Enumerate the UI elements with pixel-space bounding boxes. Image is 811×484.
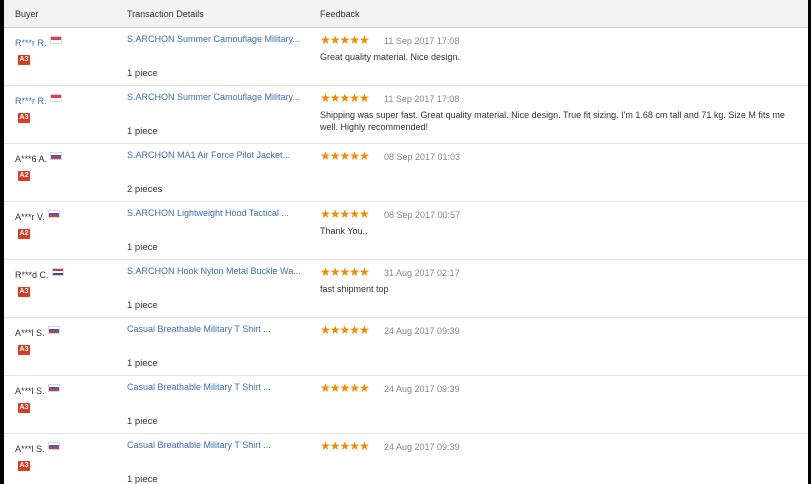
feedback-date: 24 Aug 2017 09:39	[384, 442, 460, 452]
product-link[interactable]: Casual Breathable Military T Shirt ...	[127, 382, 271, 392]
buyer-name[interactable]: R***r R.	[15, 38, 47, 48]
rating-stars-icon: ★★★★★	[320, 265, 370, 279]
rating-stars-icon: ★★★★★	[320, 91, 370, 105]
product-link[interactable]: Casual Breathable Military T Shirt ...	[127, 440, 271, 450]
table-row: A***r V. A2 S.ARCHON Lightweight Hood Tact…	[4, 202, 808, 260]
quantity: 2 pieces	[127, 184, 163, 195]
product-link[interactable]: S.ARCHON Lightweight Hood Tactical ...	[127, 208, 289, 218]
table-row: A***l S. A3 Casual Breathable Military T S…	[4, 434, 808, 484]
buyer-name: A***l S.	[15, 444, 45, 454]
buyer-level-badge: A3	[18, 345, 30, 355]
rating-stars-icon: ★★★★★	[320, 323, 370, 337]
feedback-date: 08 Sep 2017 01:03	[384, 152, 461, 162]
feedback-date: 31 Aug 2017 02:17	[384, 268, 460, 278]
feedback-date: 08 Sep 2017 00:57	[384, 210, 461, 220]
buyer-name: A***r V.	[15, 212, 45, 222]
quantity: 1 piece	[127, 300, 158, 311]
country-flag-icon	[47, 326, 60, 334]
table-row: A***6 A. A2 S.ARCHON MA1 Air Force Pilot J…	[4, 144, 808, 202]
country-flag-icon	[47, 210, 60, 218]
country-flag-icon	[50, 152, 63, 160]
buyer-cell: A***6 A.	[15, 152, 63, 164]
buyer-level-badge: A3	[18, 113, 30, 123]
quantity: 1 piece	[127, 474, 158, 484]
country-flag-icon	[49, 36, 62, 44]
quantity: 1 piece	[127, 242, 158, 253]
product-link[interactable]: Casual Breathable Military T Shirt ...	[127, 324, 271, 334]
buyer-cell: R***r R.	[15, 94, 62, 106]
rating-stars-icon: ★★★★★	[320, 207, 370, 221]
buyer-name: A***l S.	[15, 328, 45, 338]
table-row: R***d C. A3 S.ARCHON Hook Nylon Metal Buck…	[4, 260, 808, 318]
buyer-column-header: Buyer	[15, 9, 39, 19]
buyer-level-badge: A3	[18, 403, 30, 413]
feedback-table: Buyer Transaction Details Feedback R***r…	[4, 0, 808, 484]
feedback-date: 24 Aug 2017 09:39	[384, 326, 460, 336]
product-link[interactable]: S.ARCHON Summer Camouflage Military...	[127, 92, 300, 102]
country-flag-icon	[47, 442, 60, 450]
buyer-cell: A***l S.	[15, 384, 60, 396]
transaction-column-header: Transaction Details	[127, 9, 204, 19]
country-flag-icon	[47, 384, 60, 392]
buyer-name: A***l S.	[15, 386, 45, 396]
buyer-level-badge: A3	[18, 55, 30, 65]
buyer-level-badge: A2	[18, 171, 30, 181]
feedback-text: Great quality material. Nice design.	[320, 52, 461, 62]
feedback-text: Thank You..	[320, 226, 368, 236]
buyer-cell: A***r V.	[15, 210, 60, 222]
rating-stars-icon: ★★★★★	[320, 381, 370, 395]
buyer-cell: R***d C.	[15, 268, 64, 280]
product-link[interactable]: S.ARCHON Hook Nylon Metal Buckle Wa...	[127, 266, 301, 276]
quantity: 1 piece	[127, 416, 158, 427]
table-header: Buyer Transaction Details Feedback	[4, 0, 808, 28]
rating-stars-icon: ★★★★★	[320, 439, 370, 453]
buyer-level-badge: A3	[18, 461, 30, 471]
feedback-date: 11 Sep 2017 17:08	[384, 94, 460, 104]
country-flag-icon	[51, 268, 64, 276]
buyer-name: A***6 A.	[15, 154, 48, 164]
product-link[interactable]: S.ARCHON Summer Camouflage Military...	[127, 34, 300, 44]
buyer-cell: R***r R.	[15, 36, 62, 48]
buyer-name[interactable]: R***r R.	[15, 96, 47, 106]
buyer-level-badge: A2	[18, 229, 30, 239]
table-row: A***l S. A3 Casual Breathable Military T S…	[4, 376, 808, 434]
feedback-text: fast shipment top	[320, 284, 389, 294]
buyer-cell: A***l S.	[15, 326, 60, 338]
feedback-date: 24 Aug 2017 09:39	[384, 384, 460, 394]
feedback-rows: R***r R. A3 S.ARCHON Summer Camouflage Mil…	[4, 28, 808, 484]
quantity: 1 piece	[127, 358, 158, 369]
table-row: R***r R. A3 S.ARCHON Summer Camouflage Mil…	[4, 86, 808, 144]
rating-stars-icon: ★★★★★	[320, 149, 370, 163]
table-row: R***r R. A3 S.ARCHON Summer Camouflage Mil…	[4, 28, 808, 86]
feedback-text: Shipping was super fast. Great quality m…	[320, 110, 785, 132]
quantity: 1 piece	[127, 68, 158, 79]
buyer-level-badge: A3	[18, 287, 30, 297]
quantity: 1 piece	[127, 126, 158, 137]
country-flag-icon	[49, 94, 62, 102]
table-row: A***l S. A3 Casual Breathable Military T S…	[4, 318, 808, 376]
product-link[interactable]: S.ARCHON MA1 Air Force Pilot Jacket...	[127, 150, 290, 160]
feedback-date: 11 Sep 2017 17:08	[384, 36, 460, 46]
feedback-column-header: Feedback	[320, 9, 360, 19]
rating-stars-icon: ★★★★★	[320, 33, 370, 47]
buyer-cell: A***l S.	[15, 442, 60, 454]
buyer-name: R***d C.	[15, 270, 49, 280]
